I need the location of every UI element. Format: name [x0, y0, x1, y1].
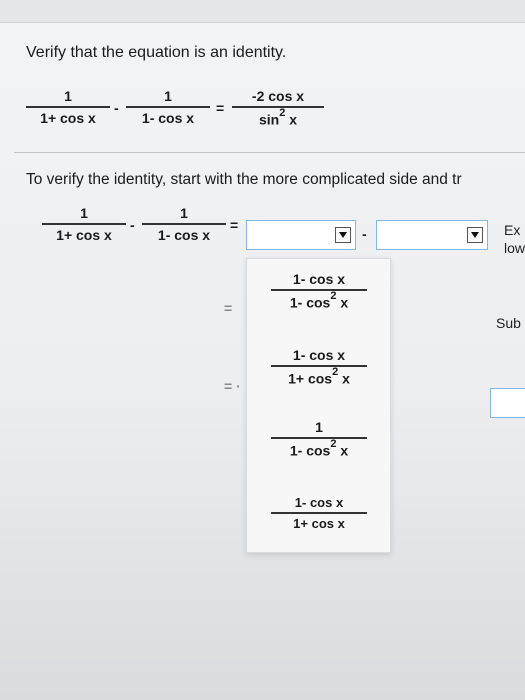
- section-divider: [14, 152, 525, 153]
- identity-rhs-den: sin2 x: [258, 106, 298, 128]
- identity-minus: -: [114, 100, 119, 116]
- work-equals: =: [230, 217, 239, 233]
- identity-equals: =: [216, 100, 225, 116]
- dropdown-option[interactable]: 1- cos x 1+ cos x: [271, 495, 367, 531]
- identity-term1-num: 1: [64, 88, 72, 104]
- eq-sign-2: =: [224, 300, 233, 316]
- dropdown-option[interactable]: 1 1- cos2 x: [271, 419, 367, 458]
- identity-rhs: -2 cos x sin2 x: [232, 88, 324, 127]
- dropdown-option[interactable]: 1- cos x 1+ cos2 x: [271, 347, 367, 386]
- side-text-ex: Ex: [504, 222, 521, 238]
- identity-term2-den: 1- cos x: [141, 109, 195, 126]
- browser-top-bar: [0, 0, 525, 23]
- answer-box[interactable]: [490, 388, 525, 418]
- identity-term2: 1 1- cos x: [126, 88, 210, 126]
- dropdown-arrow-icon[interactable]: [335, 227, 351, 243]
- dropdown-arrow-icon[interactable]: [467, 227, 483, 243]
- work-term2: 1 1- cos x: [142, 205, 226, 243]
- question-title: Verify that the equation is an identity.: [26, 44, 287, 61]
- dropdown-option[interactable]: 1- cos x 1- cos2 x: [271, 271, 367, 310]
- identity-rhs-num: -2 cos x: [251, 88, 305, 104]
- dropdown-menu: 1- cos x 1- cos2 x 1- cos x 1+ cos2 x 1 …: [246, 258, 391, 553]
- dropdown-minus: -: [362, 226, 367, 242]
- instructions-text: To verify the identity, start with the m…: [26, 171, 462, 188]
- second-dropdown[interactable]: [376, 220, 488, 250]
- side-text-sub: Sub: [496, 315, 521, 331]
- identity-term1-den: 1+ cos x: [40, 109, 96, 126]
- side-text-low: low: [504, 240, 525, 256]
- identity-term1: 1 1+ cos x: [26, 88, 110, 126]
- identity-term2-num: 1: [164, 88, 172, 104]
- work-term1: 1 1+ cos x: [42, 205, 126, 243]
- eq-sign-3: = ·: [224, 378, 241, 394]
- work-minus: -: [130, 217, 135, 233]
- first-dropdown[interactable]: [246, 220, 356, 250]
